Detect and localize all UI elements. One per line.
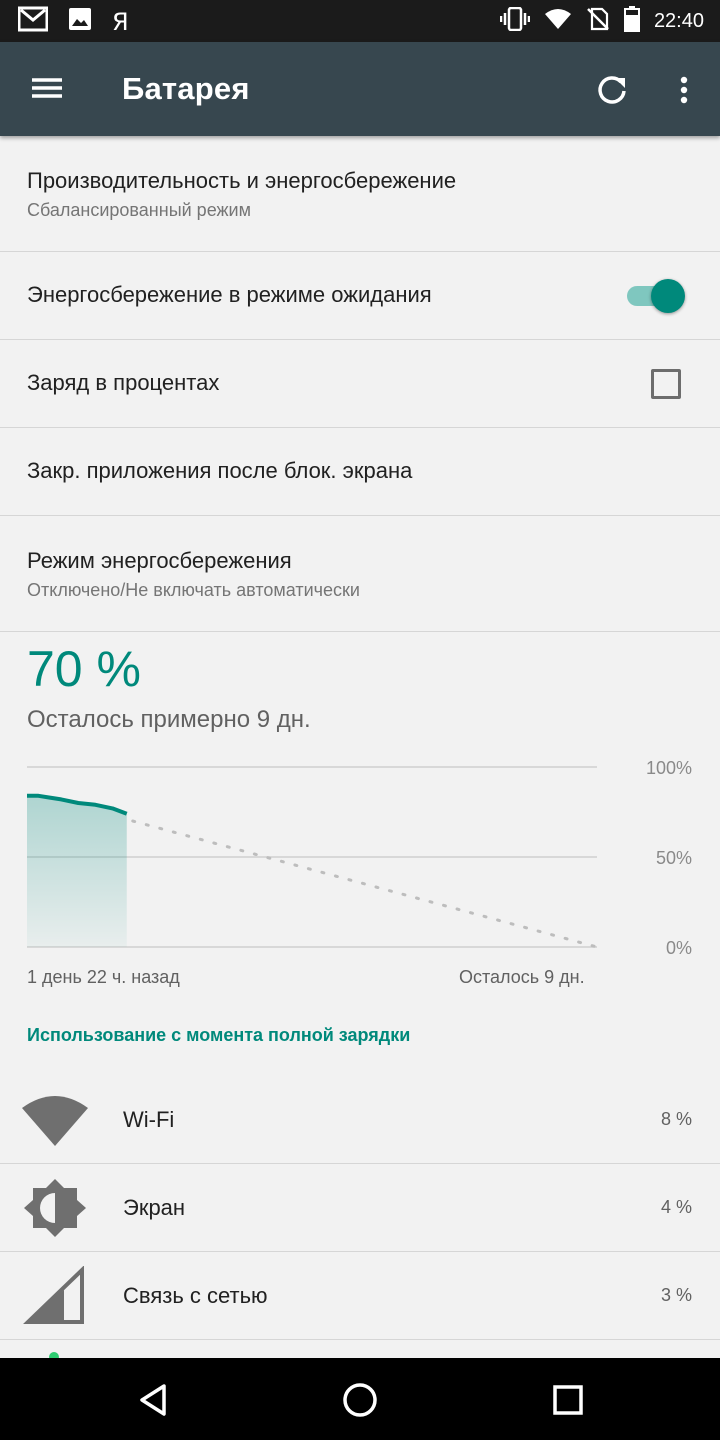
wifi-icon xyxy=(544,8,572,35)
pref-title: Режим энергосбережения xyxy=(27,548,292,573)
pref-title: Производительность и энергосбережение xyxy=(27,168,457,193)
signal-icon xyxy=(20,1265,90,1326)
clock: 22:40 xyxy=(653,10,704,32)
pref-title: Заряд в процентах xyxy=(27,370,220,395)
refresh-icon[interactable] xyxy=(590,68,634,112)
pref-standby-saving[interactable]: Энергосбережение в режиме ожидания xyxy=(0,252,720,340)
menu-icon[interactable] xyxy=(22,68,74,112)
history-area xyxy=(27,795,127,947)
y-tick-label: 50% xyxy=(656,848,692,868)
usage-item-value: 4 % xyxy=(660,1197,692,1217)
y-tick-label: 100% xyxy=(646,758,692,778)
usage-list: Wi-Fi 8 % Экран 4 % Связь с сетью 3 % xyxy=(0,1076,720,1340)
usage-item-name: Wi-Fi xyxy=(123,1107,175,1132)
preference-list: Производительность и энергосбережение Сб… xyxy=(0,136,720,632)
pref-summary: Сбалансированный режим xyxy=(27,200,251,220)
app-toolbar: Батарея xyxy=(0,42,720,136)
chart-x-start-label: 1 день 22 ч. назад xyxy=(27,967,180,987)
y-tick-label: 0% xyxy=(666,938,692,958)
brightness-icon xyxy=(20,1178,90,1238)
projection-line xyxy=(131,819,599,949)
percentage-checkbox[interactable] xyxy=(651,369,681,399)
usage-item-value: 3 % xyxy=(660,1285,692,1305)
usage-item-screen[interactable]: Экран 4 % xyxy=(0,1164,720,1252)
pref-power-saving-mode[interactable]: Режим энергосбережения Отключено/Не вклю… xyxy=(0,516,720,632)
gmail-icon xyxy=(17,6,49,37)
pref-summary: Отключено/Не включать автоматически xyxy=(27,580,360,600)
no-sim-icon xyxy=(586,7,610,36)
pref-percentage[interactable]: Заряд в процентах xyxy=(0,340,720,428)
pref-title: Энергосбережение в режиме ожидания xyxy=(27,282,432,307)
battery-settings-screen: Я 22:40 Батарея Производительность и эне… xyxy=(0,0,720,1440)
page-title: Батарея xyxy=(122,71,250,106)
vibrate-icon xyxy=(499,6,531,36)
usage-item-name: Связь с сетью xyxy=(123,1283,268,1308)
usage-item-wifi[interactable]: Wi-Fi 8 % xyxy=(0,1076,720,1164)
wifi-icon xyxy=(20,1090,90,1150)
more-vert-icon[interactable] xyxy=(664,68,704,112)
navigation-bar xyxy=(0,1358,720,1440)
battery-percent: 70 % xyxy=(27,641,141,697)
usage-section-title: Использование с момента полной зарядки xyxy=(27,1025,411,1045)
switch-thumb xyxy=(651,279,685,313)
usage-item-value: 8 % xyxy=(660,1109,692,1129)
battery-icon xyxy=(623,6,640,37)
usage-item-name: Экран xyxy=(123,1195,186,1220)
battery-remaining: Осталось примерно 9 дн. xyxy=(27,706,311,733)
chart-x-end-label: Осталось 9 дн. xyxy=(459,967,585,987)
image-icon xyxy=(68,7,92,36)
battery-history-chart[interactable]: 100% 50% 0% xyxy=(0,750,720,960)
home-icon[interactable] xyxy=(338,1378,382,1422)
status-bar: Я 22:40 xyxy=(0,0,720,42)
standby-saving-switch[interactable] xyxy=(627,279,687,313)
app-letter: Я xyxy=(112,7,129,36)
recents-icon[interactable] xyxy=(546,1378,590,1422)
pref-performance[interactable]: Производительность и энергосбережение Сб… xyxy=(0,136,720,252)
usage-item-cell-standby[interactable]: Связь с сетью 3 % xyxy=(0,1252,720,1340)
pref-title: Закр. приложения после блок. экрана xyxy=(27,458,413,483)
back-icon[interactable] xyxy=(132,1378,176,1422)
pref-close-apps[interactable]: Закр. приложения после блок. экрана xyxy=(0,428,720,516)
